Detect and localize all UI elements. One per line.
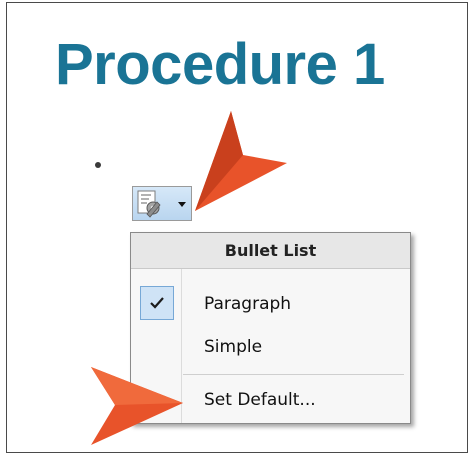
chevron-down-icon bbox=[178, 202, 186, 207]
menu-item-label: Simple bbox=[204, 337, 263, 357]
callout-arrow-icon bbox=[195, 111, 287, 211]
menu-item-label: Set Default... bbox=[204, 390, 316, 410]
bullet-point bbox=[95, 162, 101, 168]
menu-separator bbox=[183, 374, 404, 375]
menu-item-simple[interactable]: Simple bbox=[131, 327, 410, 367]
page-title: Procedure 1 bbox=[55, 32, 385, 97]
bullet-style-button[interactable] bbox=[132, 186, 192, 221]
callout-arrow-icon bbox=[91, 367, 183, 445]
check-icon bbox=[140, 286, 174, 320]
bullet-style-gear-icon bbox=[137, 190, 161, 218]
menu-item-label: Paragraph bbox=[204, 294, 292, 314]
document-frame: Procedure 1 Bullet List Paragraph Simple… bbox=[6, 2, 468, 453]
menu-header: Bullet List bbox=[131, 233, 410, 269]
menu-item-paragraph[interactable]: Paragraph bbox=[131, 284, 410, 324]
